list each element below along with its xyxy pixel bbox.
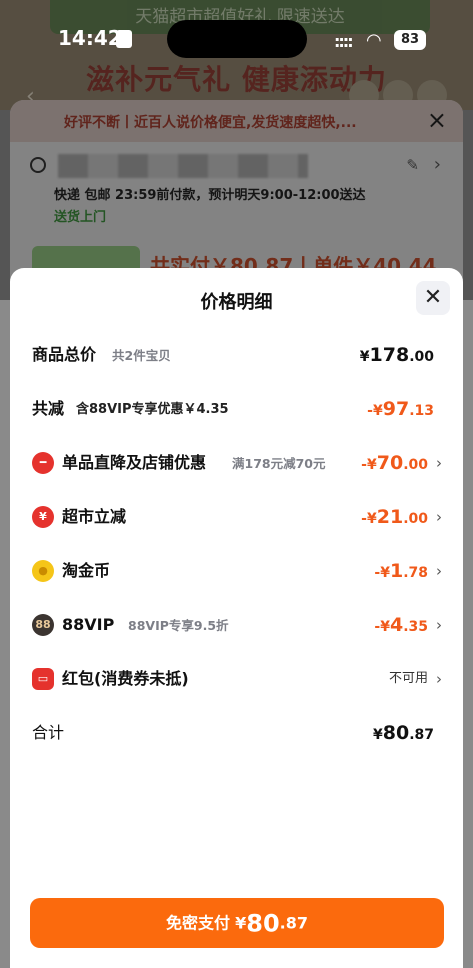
battery-icon: 83 [394,30,426,50]
row-amount: -¥4.35 [374,614,428,636]
row-amount: -¥70.00 [361,452,428,474]
pay-label: 免密支付 [166,913,231,933]
row-amount: ¥80.87 [372,722,434,744]
yuan-coin-icon: ¥ [32,506,54,528]
wifi-icon: ◠ [366,30,382,51]
close-icon[interactable]: ✕ [416,281,450,315]
row-label: 单品直降及店铺优惠 [62,453,207,472]
row-sub: 含88VIP专享优惠￥4.35 [76,402,229,417]
row-amount: -¥21.00 [361,506,428,528]
pay-yen: ¥ [235,913,247,933]
row-goods-total: 商品总价 共2件宝贝 ¥178.00 [32,342,442,372]
chevron-right-icon: › [436,616,442,634]
chevron-right-icon: › [436,508,442,526]
chevron-right-icon: › [436,562,442,580]
chevron-right-icon: › [436,454,442,472]
pay-button[interactable]: 免密支付 ¥80.87 [30,898,444,948]
chevron-right-icon: › [436,670,442,688]
row-label: 淘金币 [62,561,111,580]
row-label: 共减 [32,399,65,418]
minus-circle-icon: ━ [32,452,54,474]
row-shop-discount[interactable]: ━ 单品直降及店铺优惠 满178元减70元 -¥70.00 › [32,450,442,480]
pay-amount-dec: .87 [279,913,308,933]
signal-icon: :::: [334,32,354,51]
id-card-icon [116,30,132,48]
gold-coin-icon: ● [32,560,54,582]
background-page: 天猫超市超值好礼 限速送达 滋补元气礼 健康添动力 ‹ 好评不断丨近百人说价格便… [0,0,473,300]
row-amount: -¥97.13 [367,398,434,420]
status-bar: 14:42 :::: ◠ 83 [0,20,473,58]
red-envelope-icon: ▭ [32,668,54,690]
row-total: 合计 ¥80.87 [32,720,442,750]
dynamic-island [167,20,307,58]
row-sub: 共2件宝贝 [112,348,171,363]
status-time: 14:42 [58,26,122,50]
row-red-packet[interactable]: ▭ 红包(消费券未抵) 不可用 › [32,666,442,696]
row-label: 合计 [32,723,65,742]
price-detail-sheet: 价格明细 ✕ 商品总价 共2件宝贝 ¥178.00 共减 含88VIP专享优惠￥… [10,268,463,968]
row-supermarket-discount[interactable]: ¥ 超市立减 -¥21.00 › [32,504,442,534]
row-label: 超市立减 [62,507,127,526]
row-sub: 满178元减70元 [232,456,326,471]
row-label: 88VIP [62,615,115,634]
sheet-title: 价格明细 [200,292,273,313]
row-amount: -¥1.78 [374,560,428,582]
row-total-discount: 共减 含88VIP专享优惠￥4.35 -¥97.13 [32,396,442,426]
pay-amount-int: 80 [246,909,280,938]
row-88vip[interactable]: 88 88VIP 88VIP专享9.5折 -¥4.35 › [32,612,442,642]
row-sub: 88VIP专享9.5折 [128,618,229,633]
row-label: 商品总价 [32,345,97,364]
unavailable-text: 不可用 [388,671,428,686]
row-taojinbi[interactable]: ● 淘金币 -¥1.78 › [32,558,442,588]
row-amount: ¥178.00 [359,344,434,366]
vip-88-icon: 88 [32,614,54,636]
row-label: 红包(消费券未抵) [62,669,189,688]
